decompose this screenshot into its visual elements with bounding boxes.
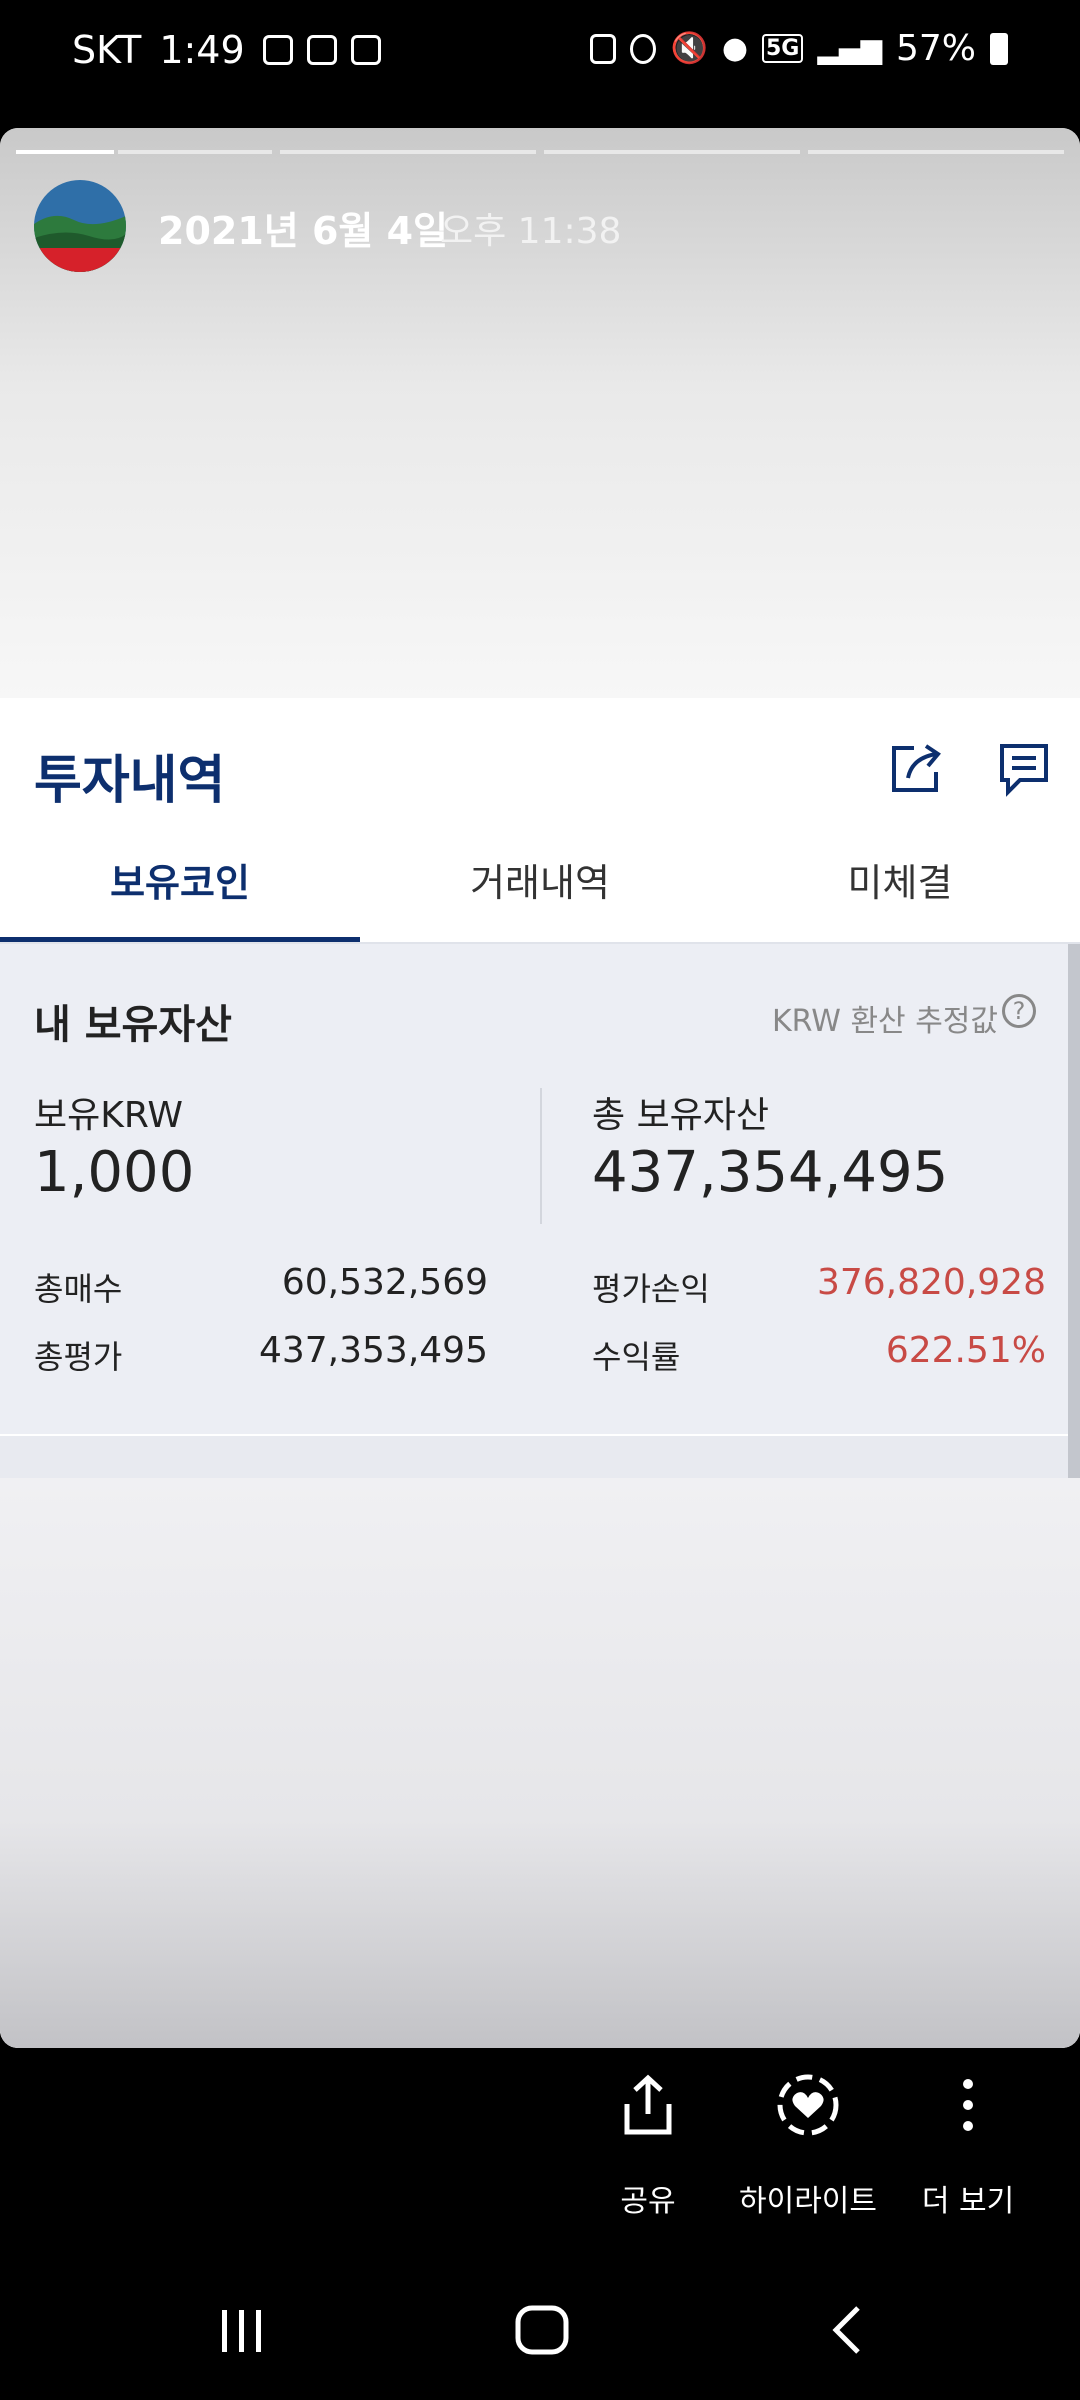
battery-percent: 57% bbox=[895, 28, 976, 69]
story-progress-segment bbox=[544, 150, 800, 154]
total-assets-value: 437,354,495 bbox=[592, 1140, 949, 1205]
box-notification-icon bbox=[350, 35, 381, 65]
total-buy-label: 총매수 bbox=[34, 1270, 123, 1308]
krw-estimate-note: KRW 환산 추정값 bbox=[771, 1004, 998, 1039]
eval-profit-label: 평가손익 bbox=[592, 1270, 710, 1308]
story-progress-segment bbox=[16, 150, 114, 154]
chat-icon[interactable] bbox=[994, 738, 1054, 798]
recent-apps-icon[interactable] bbox=[212, 2300, 272, 2364]
status-bar: SKT 1:49 🔇 ● 5G ▂▄▆ 57% bbox=[0, 0, 1080, 110]
scrollbar[interactable] bbox=[1068, 944, 1080, 1478]
battery-icon bbox=[990, 32, 1008, 65]
share-icon bbox=[613, 2070, 683, 2140]
eval-profit-value: 376,820,928 bbox=[816, 1262, 1046, 1303]
return-rate-value: 622.51% bbox=[885, 1330, 1046, 1371]
story-progress-segment bbox=[280, 150, 536, 154]
story-progress-segment bbox=[808, 150, 1064, 154]
highlight-label: 하이라이트 bbox=[739, 2184, 877, 2219]
alarm-icon bbox=[630, 33, 657, 64]
total-buy-value: 60,532,569 bbox=[281, 1262, 488, 1303]
share-label: 공유 bbox=[620, 2184, 676, 2219]
gallery-notification-icon bbox=[262, 35, 293, 65]
avatar[interactable] bbox=[34, 180, 126, 272]
story-progress-segment bbox=[118, 150, 272, 154]
page-title: 투자내역 bbox=[34, 751, 226, 811]
battery-saver-icon bbox=[590, 33, 617, 64]
highlight-icon bbox=[773, 2070, 843, 2140]
story-date: 2021년 6월 4일 bbox=[158, 209, 448, 253]
column-divider bbox=[540, 1088, 542, 1224]
tab-transactions[interactable]: 거래내역 bbox=[360, 848, 720, 942]
total-eval-label: 총평가 bbox=[34, 1338, 123, 1376]
mute-icon: 🔇 bbox=[670, 31, 708, 66]
highlight-button[interactable]: 하이라이트 bbox=[718, 2070, 898, 2220]
total-assets-label: 총 보유자산 bbox=[592, 1095, 770, 1136]
clock-notification-icon bbox=[306, 35, 337, 65]
story-header: 2021년 6월 4일 오후 11:38 bbox=[0, 128, 1080, 698]
story-time: 오후 11:38 bbox=[440, 211, 622, 252]
panel-footer bbox=[0, 1436, 1068, 1478]
signal-icon: ▂▄▆ bbox=[817, 32, 882, 65]
tab-holdings[interactable]: 보유코인 bbox=[0, 848, 360, 942]
tab-unfilled[interactable]: 미체결 bbox=[720, 848, 1080, 942]
krw-label: 보유KRW bbox=[34, 1095, 183, 1136]
back-icon[interactable] bbox=[818, 2300, 878, 2364]
share-icon[interactable] bbox=[886, 738, 946, 798]
location-icon: ● bbox=[721, 31, 748, 66]
more-button[interactable]: 더 보기 bbox=[878, 2070, 1058, 2220]
network-type: 5G bbox=[762, 34, 804, 63]
section-title: 내 보유자산 bbox=[34, 1002, 232, 1048]
help-icon[interactable]: ? bbox=[1002, 994, 1036, 1028]
assets-panel: 내 보유자산 KRW 환산 추정값 ? 보유KRW 1,000 총 보유자산 4… bbox=[0, 944, 1068, 1434]
krw-value: 1,000 bbox=[34, 1140, 195, 1205]
share-button[interactable]: 공유 bbox=[558, 2070, 738, 2220]
total-eval-value: 437,353,495 bbox=[258, 1330, 488, 1371]
more-label: 더 보기 bbox=[921, 2184, 1015, 2219]
return-rate-label: 수익률 bbox=[592, 1338, 681, 1376]
story-footer-fade bbox=[0, 1478, 1080, 2048]
carrier-label: SKT bbox=[72, 28, 142, 72]
more-icon bbox=[933, 2070, 1003, 2140]
tab-bar: 보유코인 거래내역 미체결 bbox=[0, 848, 1080, 944]
clock: 1:49 bbox=[159, 28, 245, 72]
story-card[interactable]: 2021년 6월 4일 오후 11:38 투자내역 보유코인 거래내역 미체결 … bbox=[0, 128, 1080, 2048]
home-icon[interactable] bbox=[510, 2300, 574, 2364]
